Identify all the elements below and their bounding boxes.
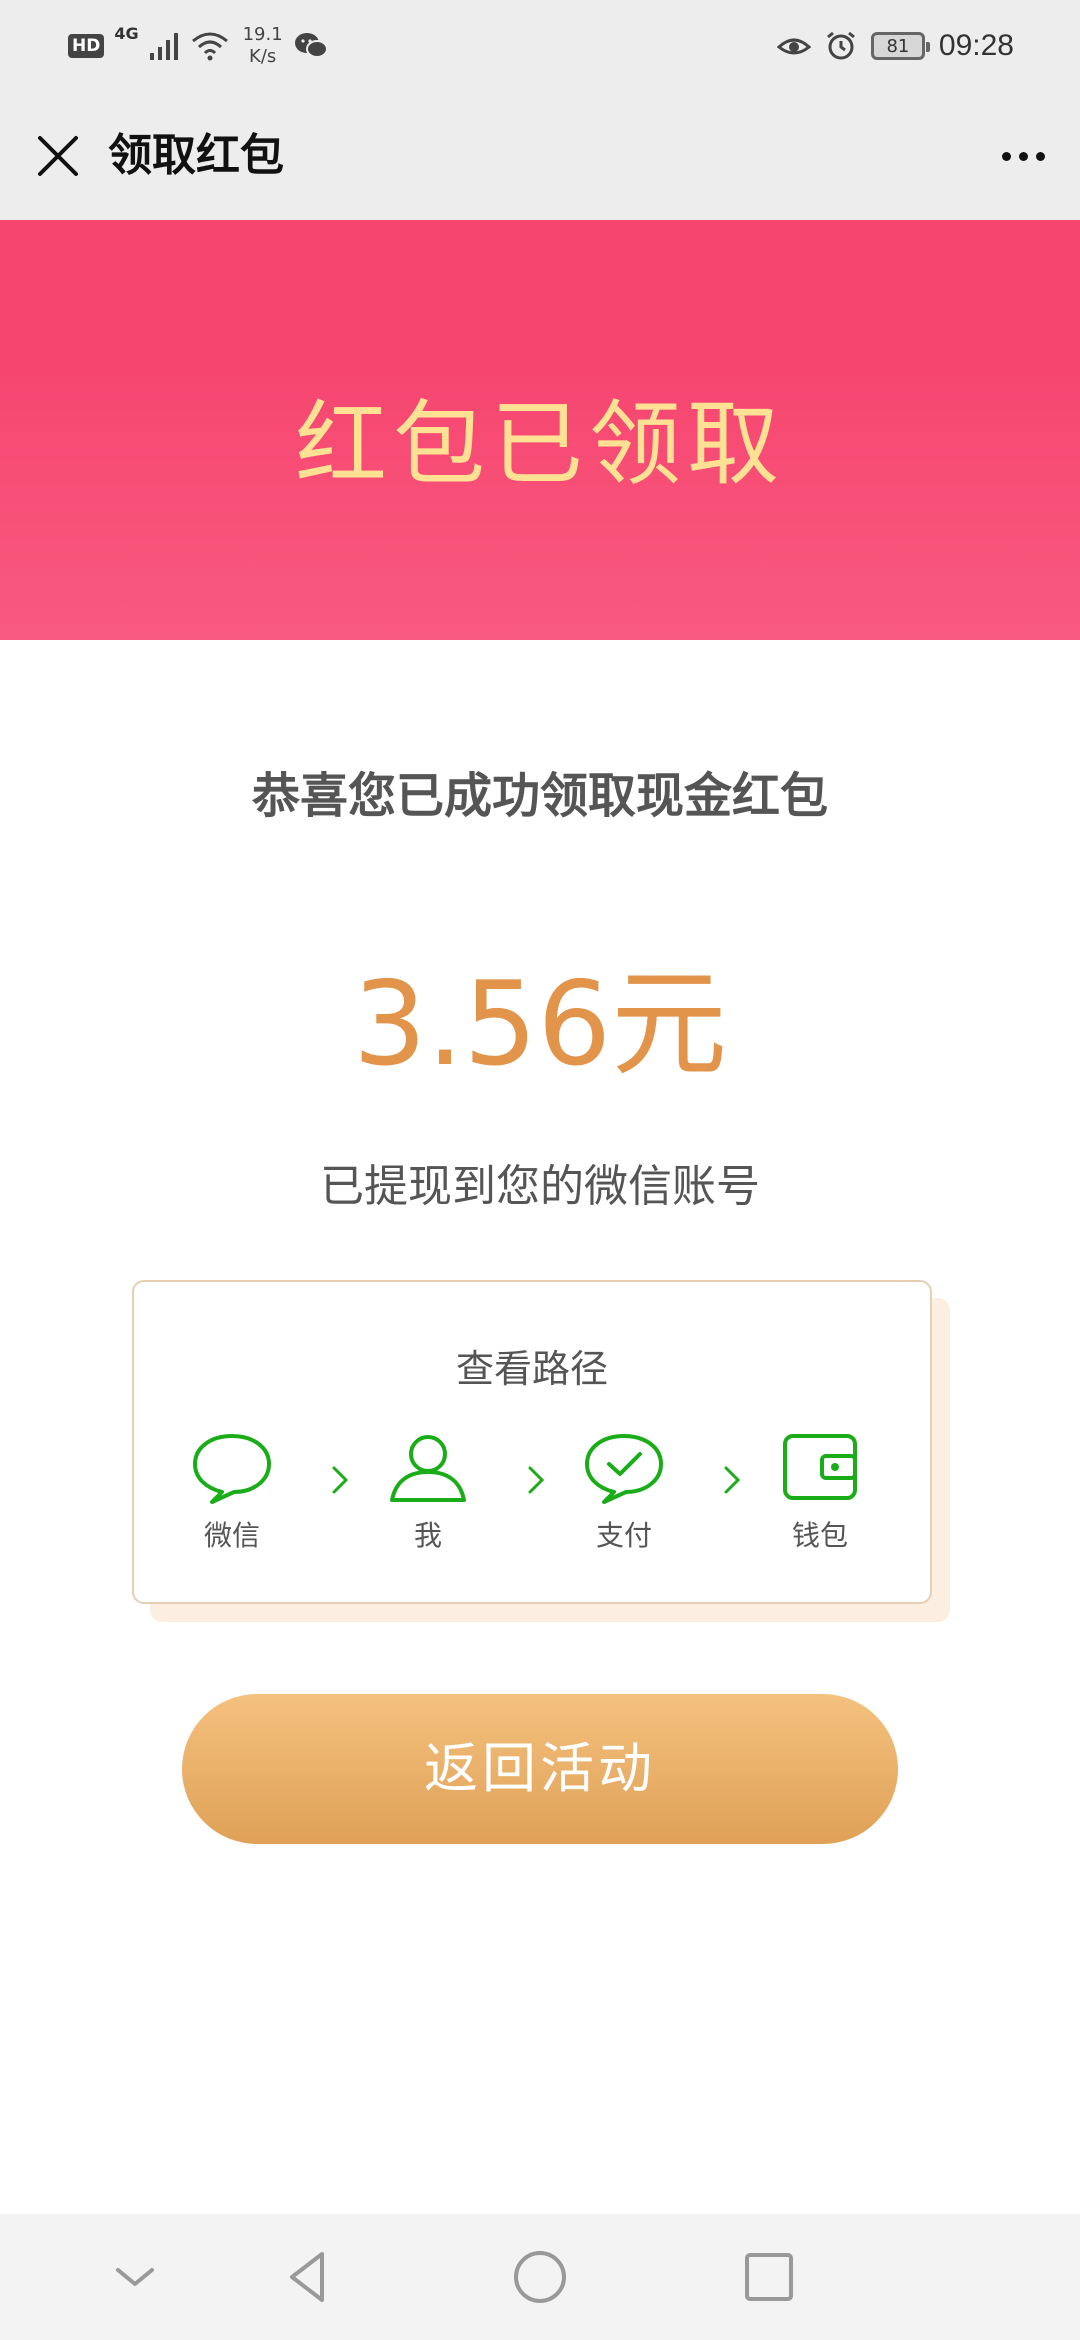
chat-bubble-icon — [193, 1434, 271, 1504]
payment-check-icon — [585, 1434, 663, 1504]
battery-indicator: 81 — [870, 32, 930, 60]
step-label: 支付 — [595, 1519, 652, 1552]
path-steps: 微信 我 支付 钱包 — [134, 1430, 930, 1570]
step-label: 我 — [413, 1519, 442, 1552]
step-wechat: 微信 — [172, 1430, 292, 1554]
back-icon[interactable] — [274, 2242, 344, 2312]
alarm-icon — [826, 31, 855, 60]
withdraw-note: 已提现到您的微信账号 — [320, 1161, 760, 1212]
title-bar: 领取红包 — [0, 92, 1080, 220]
close-icon — [38, 136, 78, 176]
status-left: HD 4G 19.1 K/s — [68, 18, 329, 74]
system-nav-bar — [0, 2214, 1080, 2340]
home-icon[interactable] — [505, 2242, 575, 2312]
close-button[interactable] — [28, 126, 88, 186]
page-title: 领取红包 — [108, 130, 284, 181]
step-me: 我 — [368, 1430, 488, 1554]
step-label: 钱包 — [791, 1519, 848, 1552]
chevron-right-icon — [332, 1466, 349, 1494]
collapse-icon[interactable] — [100, 2242, 170, 2312]
wifi-icon — [191, 32, 228, 61]
recents-icon[interactable] — [734, 2242, 804, 2312]
speed-unit: K/s — [249, 46, 277, 67]
network-speed: 19.1 K/s — [243, 24, 283, 68]
signal-icon — [149, 33, 178, 60]
more-icon-dot — [1035, 151, 1045, 161]
hd-badge: HD — [68, 34, 105, 58]
path-card: 查看路径 微信 我 支付 钱包 — [132, 1280, 932, 1604]
wallet-icon — [783, 1434, 857, 1500]
chevron-right-icon — [724, 1466, 741, 1494]
battery-level: 81 — [886, 35, 910, 57]
network-type: 4G — [114, 24, 139, 43]
status-right: 81 09:28 — [776, 22, 1014, 70]
step-payment: 支付 — [564, 1430, 684, 1554]
banner-title: 红包已领取 — [294, 391, 785, 498]
speed-value: 19.1 — [242, 24, 283, 45]
more-button[interactable] — [990, 126, 1056, 186]
status-bar: HD 4G 19.1 K/s 81 09:28 — [0, 0, 1080, 92]
step-label: 微信 — [203, 1519, 260, 1552]
header-banner: 红包已领取 — [0, 220, 1080, 640]
card-title: 查看路径 — [455, 1347, 608, 1391]
clock: 09:28 — [938, 29, 1014, 62]
chevron-right-icon — [528, 1466, 545, 1494]
user-icon — [390, 1435, 466, 1502]
eye-icon — [776, 38, 811, 55]
wechat-icon — [294, 33, 328, 58]
return-activity-button[interactable]: 返回活动 — [182, 1694, 898, 1844]
amount-value: 3.56元 — [352, 957, 728, 1092]
more-icon-dot — [1001, 151, 1011, 161]
more-icon-dot — [1018, 151, 1028, 161]
step-wallet: 钱包 — [760, 1430, 880, 1554]
congrats-text: 恭喜您已成功领取现金红包 — [251, 768, 828, 824]
